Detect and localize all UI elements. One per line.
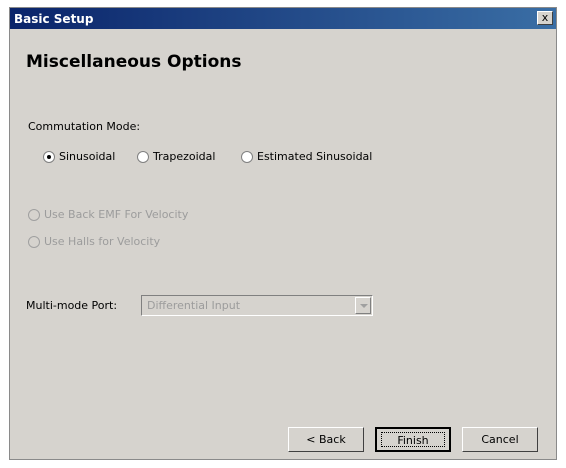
chevron-down-icon	[355, 297, 371, 314]
radio-sinusoidal[interactable]	[43, 151, 55, 163]
cancel-button[interactable]: Cancel	[462, 427, 538, 452]
radio-estimated-sinusoidal[interactable]	[241, 151, 253, 163]
finish-button[interactable]: Finish	[375, 427, 451, 452]
multimode-port-select: Differential Input	[141, 295, 373, 316]
radio-trapezoidal[interactable]	[137, 151, 149, 163]
title-bar[interactable]: Basic Setup x	[10, 8, 556, 29]
multimode-port-value: Differential Input	[147, 299, 241, 312]
basic-setup-dialog: Basic Setup x Miscellaneous Options Comm…	[9, 7, 557, 460]
page-title: Miscellaneous Options	[26, 52, 242, 72]
multimode-port-label: Multi-mode Port:	[26, 299, 118, 312]
radio-halls-velocity-label: Use Halls for Velocity	[44, 235, 161, 248]
commutation-mode-label: Commutation Mode:	[28, 120, 141, 133]
radio-back-emf-velocity	[28, 209, 40, 221]
focus-ring	[381, 432, 445, 447]
close-icon[interactable]: x	[537, 11, 553, 25]
radio-back-emf-velocity-label: Use Back EMF For Velocity	[44, 208, 189, 221]
back-button[interactable]: < Back	[288, 427, 364, 452]
radio-trapezoidal-label[interactable]: Trapezoidal	[153, 150, 215, 163]
radio-estimated-sinusoidal-label[interactable]: Estimated Sinusoidal	[257, 150, 372, 163]
radio-halls-velocity	[28, 236, 40, 248]
radio-sinusoidal-label[interactable]: Sinusoidal	[59, 150, 115, 163]
window-title: Basic Setup	[14, 11, 94, 26]
